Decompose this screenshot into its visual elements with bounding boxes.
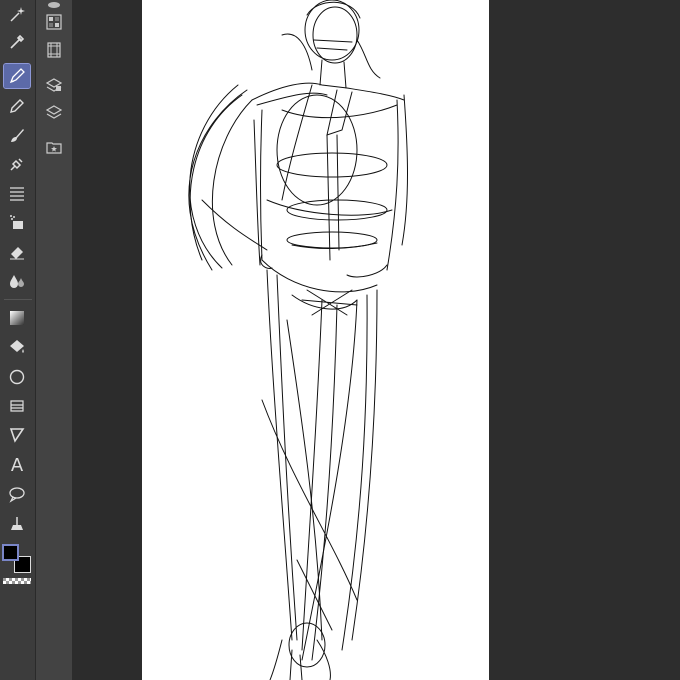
- brush-icon[interactable]: [4, 123, 30, 147]
- fashion-figure-sketch: [188, 0, 408, 680]
- ellipse-shape-icon[interactable]: [4, 365, 30, 389]
- frame-border-icon[interactable]: [4, 394, 30, 418]
- text-tool-glyph: A: [10, 454, 24, 476]
- tool-bar: A: [0, 0, 36, 680]
- layer-property-icon[interactable]: [43, 74, 65, 96]
- color-indicator: [0, 540, 35, 590]
- correct-line-icon[interactable]: [4, 511, 30, 535]
- fill-bucket-spray-icon[interactable]: [4, 210, 30, 234]
- transparent-color-swatch[interactable]: [3, 578, 31, 584]
- material-grid-icon[interactable]: [43, 11, 65, 33]
- main-color-swatch[interactable]: [2, 544, 19, 561]
- toolbar-divider: [4, 299, 32, 300]
- filmstrip-icon[interactable]: [43, 39, 65, 61]
- eraser-icon[interactable]: [4, 240, 30, 264]
- layers-icon[interactable]: [43, 101, 65, 123]
- airbrush-icon[interactable]: [4, 152, 30, 176]
- pen-icon[interactable]: [3, 63, 31, 89]
- gradient-icon[interactable]: [4, 306, 30, 330]
- text-tool-icon[interactable]: A: [4, 453, 30, 477]
- workspace-background-right: [489, 0, 680, 680]
- folder-star-icon[interactable]: [43, 136, 65, 158]
- blend-drops-icon[interactable]: [4, 269, 30, 293]
- decoration-lines-icon[interactable]: [4, 181, 30, 205]
- fill-icon[interactable]: [4, 335, 30, 359]
- pencil-icon[interactable]: [4, 94, 30, 118]
- ruler-icon[interactable]: [4, 423, 30, 447]
- eyedropper-icon[interactable]: [4, 30, 30, 54]
- sparkle-magic-wand-icon[interactable]: [4, 2, 30, 26]
- drawing-canvas[interactable]: [142, 0, 489, 680]
- command-subpanel: [36, 0, 72, 680]
- balloon-icon[interactable]: [4, 482, 30, 506]
- workspace-background: [72, 0, 142, 680]
